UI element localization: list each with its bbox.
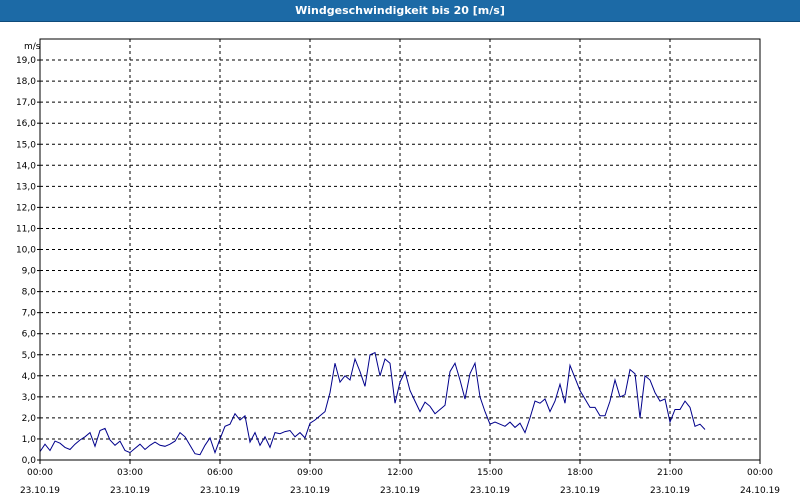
x-tick-date-label: 23.10.19 — [110, 486, 150, 496]
y-tick-label: 10,0 — [16, 246, 36, 256]
x-tick-time-label: 00:00 — [27, 468, 53, 478]
y-tick-label: 19,0 — [16, 56, 36, 66]
x-tick-date-label: 23.10.19 — [380, 486, 420, 496]
chart-panel: m/s 0,0 1,0 2,0 3,0 4,0 5,0 6,0 7,0 8,0 9,0 10,0 11… — [0, 22, 800, 500]
y-tick-label: 5,0 — [22, 351, 37, 361]
wind-speed-chart: m/s 0,0 1,0 2,0 3,0 4,0 5,0 6,0 7,0 8,0 9,0 10,0 11… — [16, 38, 780, 496]
x-tick-time-label: 12:00 — [387, 468, 413, 478]
y-tick-label: 2,0 — [22, 414, 37, 424]
y-tick-label: 14,0 — [16, 161, 36, 171]
x-tick-date-label: 24.10.19 — [740, 486, 780, 496]
x-axis-ticks: 00:00 23.10.19 03:00 23.10.19 06:00 23.10.19 0… — [20, 460, 780, 496]
y-tick-label: 8,0 — [22, 288, 37, 298]
y-tick-label: 18,0 — [16, 77, 36, 87]
y-tick-label: 16,0 — [16, 119, 36, 129]
y-tick-label: 7,0 — [22, 309, 37, 319]
y-tick-label: 17,0 — [16, 98, 36, 108]
y-tick-label: 3,0 — [22, 393, 37, 403]
y-tick-label: 11,0 — [16, 224, 36, 234]
x-tick-time-label: 09:00 — [297, 468, 323, 478]
x-tick-time-label: 18:00 — [567, 468, 593, 478]
x-tick-date-label: 23.10.19 — [560, 486, 600, 496]
x-tick-date-label: 23.10.19 — [650, 486, 690, 496]
y-tick-label: 12,0 — [16, 203, 36, 213]
x-tick-date-label: 23.10.19 — [290, 486, 330, 496]
x-tick-date-label: 23.10.19 — [470, 486, 510, 496]
x-tick-time-label: 03:00 — [117, 468, 143, 478]
chart-title-bar: Windgeschwindigkeit bis 20 [m/s] — [0, 0, 800, 22]
y-tick-label: 13,0 — [16, 182, 36, 192]
grid-lines — [40, 38, 760, 460]
y-tick-label: 1,0 — [22, 435, 37, 445]
y-axis-ticks: 0,0 1,0 2,0 3,0 4,0 5,0 6,0 7,0 8,0 9,0 10,0 11,0 12… — [16, 56, 40, 466]
x-tick-time-label: 06:00 — [207, 468, 233, 478]
y-tick-label: 15,0 — [16, 140, 36, 150]
y-tick-label: 6,0 — [22, 330, 37, 340]
x-tick-date-label: 23.10.19 — [200, 486, 240, 496]
x-tick-time-label: 15:00 — [477, 468, 503, 478]
y-tick-label: 0,0 — [22, 456, 37, 466]
y-tick-label: 9,0 — [22, 267, 37, 277]
x-tick-date-label: 23.10.19 — [20, 486, 60, 496]
x-tick-time-label: 21:00 — [657, 468, 683, 478]
chart-title: Windgeschwindigkeit bis 20 [m/s] — [295, 4, 505, 17]
y-tick-label: 4,0 — [22, 372, 37, 382]
x-tick-time-label: 00:00 — [747, 468, 773, 478]
y-axis-unit-label: m/s — [24, 42, 41, 52]
